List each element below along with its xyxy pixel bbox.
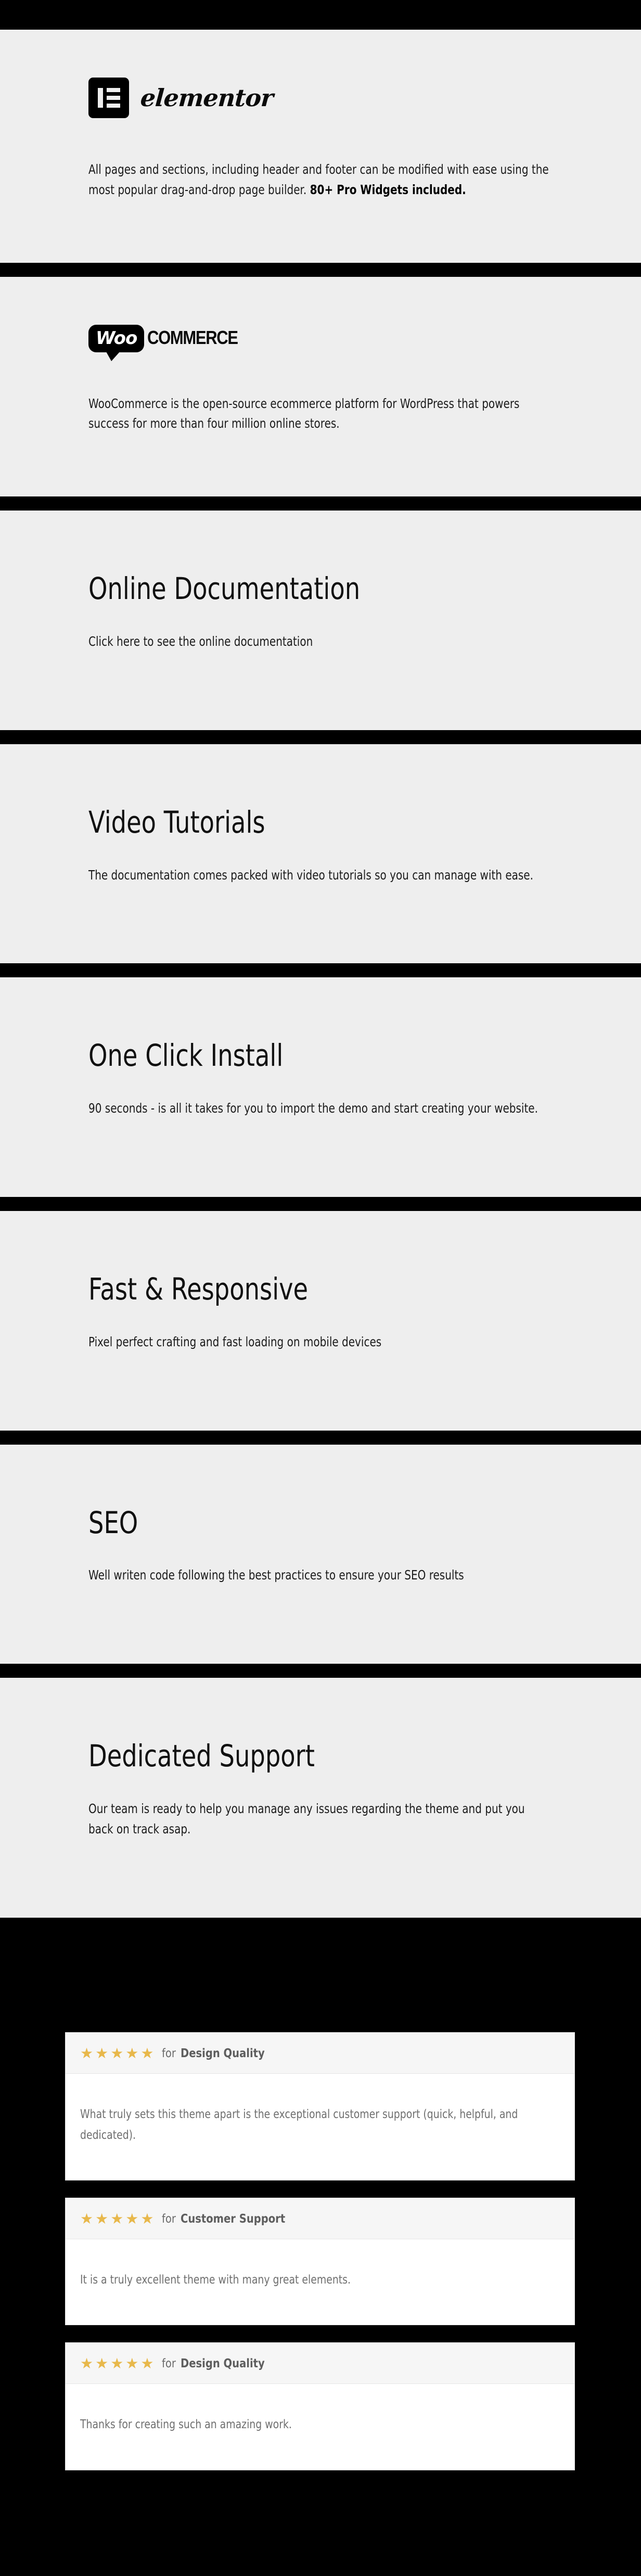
elementor-logo-row: elementor [88,78,553,118]
testimonial-card: ★★★★★ for Design Quality What truly sets… [65,2032,575,2181]
testimonial-header: ★★★★★ for Design Quality [66,2343,574,2384]
divider-bar-4 [0,963,641,978]
woocommerce-logo-woo-text: Woo [96,327,137,349]
testimonial-body: Thanks for creating such an amazing work… [66,2384,574,2469]
one-click-install-title: One Click Install [88,1038,284,1074]
testimonial-for-label: for [161,2357,176,2371]
divider-bar-2 [0,496,641,511]
section-fast-and-responsive: Fast & Responsive Pixel perfect crafting… [0,1210,641,1431]
testimonial-text: Thanks for creating such an amazing work… [80,2418,292,2432]
testimonial-card: ★★★★★ for Customer Support It is a truly… [65,2198,575,2326]
section-woocommerce: Woo COMMERCE WooCommerce is the open-sou… [0,276,641,496]
testimonial-header: ★★★★★ for Customer Support [66,2198,574,2240]
woocommerce-logo-icon: Woo COMMERCE [88,324,252,352]
elementor-description-highlight: 80+ Pro Widgets included. [310,182,466,197]
testimonial-text: It is a truly excellent theme with many … [80,2273,351,2287]
dedicated-support-description: Our team is ready to help you manage any… [88,1801,525,1837]
section-seo: SEO Well writen code following the best … [0,1444,641,1664]
online-documentation-title: Online Documentation [88,571,361,606]
theme-features-page: elementor All pages and sections, includ… [0,0,641,2576]
online-documentation-description[interactable]: Click here to see the online documentati… [88,632,553,652]
testimonials-bottom-spacer [65,2487,576,2576]
one-click-install-description: 90 seconds - is all it takes for you to … [88,1101,538,1116]
testimonial-body: What truly sets this theme apart is the … [66,2074,574,2180]
star-rating-icon: ★★★★★ [80,2355,156,2372]
testimonial-body: It is a truly excellent theme with many … [66,2239,574,2325]
video-tutorials-title: Video Tutorials [88,804,265,840]
divider-bar-7 [0,1664,641,1678]
woocommerce-logo-row: Woo COMMERCE [88,324,553,352]
testimonial-for-label: for [161,2046,176,2060]
section-video-tutorials: Video Tutorials The documentation comes … [0,744,641,964]
fast-and-responsive-title: Fast & Responsive [88,1271,309,1307]
elementor-logo-icon [88,78,129,118]
testimonial-subject: Design Quality [181,2046,265,2060]
fast-and-responsive-description: Pixel perfect crafting and fast loading … [88,1334,382,1349]
seo-title: SEO [88,1504,138,1540]
testimonial-subject: Design Quality [181,2357,265,2371]
testimonial-subject: Customer Support [181,2212,286,2226]
section-online-documentation: Online Documentation Click here to see t… [0,511,641,730]
divider-bar-5 [0,1196,641,1211]
section-testimonials: ★★★★★ for Design Quality What truly sets… [0,1917,641,2576]
testimonial-card: ★★★★★ for Design Quality Thanks for crea… [65,2342,575,2470]
seo-description: Well writen code following the best prac… [88,1567,464,1583]
divider-bar-top [0,0,641,30]
divider-bar-3 [0,730,641,744]
testimonial-text: What truly sets this theme apart is the … [80,2107,518,2142]
section-elementor: elementor All pages and sections, includ… [0,30,641,263]
elementor-description: All pages and sections, including header… [88,160,553,200]
section-one-click-install: One Click Install 90 seconds - is all it… [0,977,641,1197]
woocommerce-description: WooCommerce is the open-source ecommerce… [88,396,520,431]
star-rating-icon: ★★★★★ [80,2045,156,2061]
woocommerce-logo-commerce-text: COMMERCE [147,326,238,348]
testimonial-for-label: for [161,2212,176,2226]
elementor-wordmark: elementor [139,84,274,112]
divider-bar-6 [0,1430,641,1445]
dedicated-support-title: Dedicated Support [88,1738,315,1774]
testimonial-header: ★★★★★ for Design Quality [66,2032,574,2074]
section-dedicated-support: Dedicated Support Our team is ready to h… [0,1678,641,1918]
star-rating-icon: ★★★★★ [80,2211,156,2227]
divider-bar-1 [0,262,641,277]
video-tutorials-description: The documentation comes packed with vide… [88,867,533,883]
